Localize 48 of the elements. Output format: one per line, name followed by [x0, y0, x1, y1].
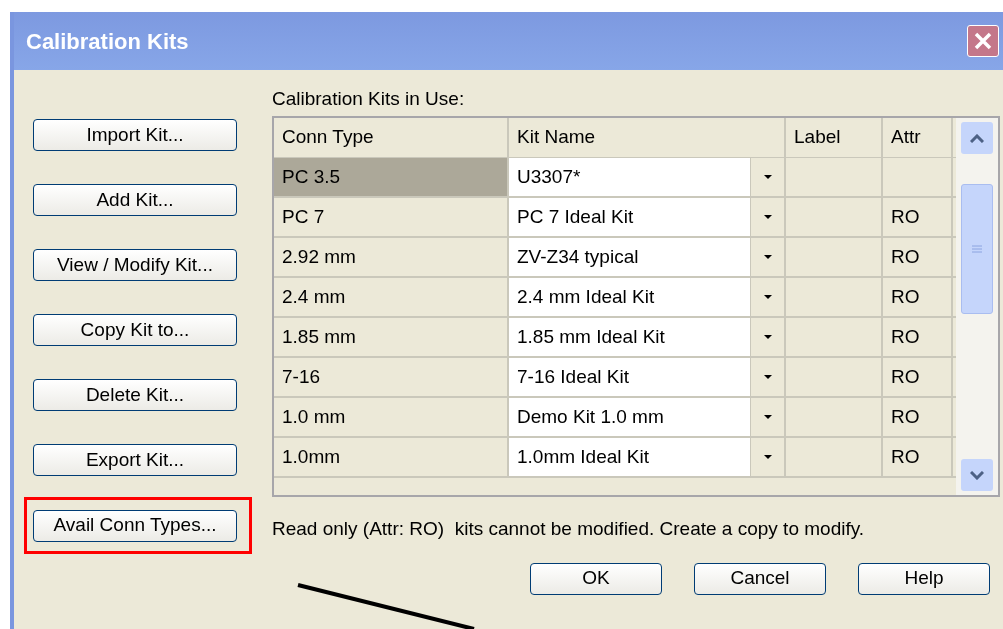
dialog-button[interactable]: Avail Conn Types...: [33, 509, 237, 542]
caret-icon: [762, 214, 773, 220]
table-cell-text: RO: [891, 404, 920, 429]
caret-icon: [762, 374, 773, 380]
table-cell-text: RO: [891, 204, 920, 229]
caret-icon: [762, 414, 773, 420]
chevron-down-icon: [970, 470, 984, 480]
caret-icon: [762, 254, 773, 260]
column-header[interactable]: Label: [786, 118, 883, 157]
dialog-button[interactable]: Cancel: [694, 562, 826, 595]
table-cell-text: RO: [891, 444, 920, 469]
close-icon: [974, 32, 992, 50]
dialog-button[interactable]: Help: [858, 562, 990, 595]
dialog-button[interactable]: Delete Kit...: [33, 379, 237, 411]
kit-dropdown[interactable]: U3307*: [509, 158, 750, 196]
caret-icon: [762, 174, 773, 180]
caret-icon: [762, 294, 773, 300]
scroll-down-button[interactable]: [961, 459, 993, 491]
table-cell-text: RO: [891, 324, 920, 349]
kit-dropdown[interactable]: 2.4 mm Ideal Kit: [509, 278, 750, 316]
dialog-button[interactable]: Copy Kit to...: [33, 314, 237, 346]
dialog-button[interactable]: View / Modify Kit...: [33, 249, 237, 281]
kit-dropdown[interactable]: 1.85 mm Ideal Kit: [509, 318, 750, 356]
kit-dropdown[interactable]: Demo Kit 1.0 mm: [509, 398, 750, 436]
chevron-up-icon: [970, 133, 984, 143]
kit-dropdown[interactable]: PC 7 Ideal Kit: [509, 198, 750, 236]
caret-icon: [762, 454, 773, 460]
dialog-button[interactable]: Add Kit...: [33, 184, 237, 216]
dialog-button[interactable]: OK: [530, 562, 662, 595]
column-header[interactable]: Attr: [883, 118, 953, 157]
scrollbar[interactable]: [956, 118, 998, 495]
kit-dropdown[interactable]: 7-16 Ideal Kit: [509, 358, 750, 396]
caret-icon: [762, 334, 773, 340]
table-cell-text: RO: [891, 364, 920, 389]
read-only-note: Read only (Attr: RO) kits cannot be modified. Create a copy to modify.: [272, 517, 866, 541]
grip-icon: [972, 245, 982, 253]
scroll-thumb[interactable]: [961, 184, 993, 314]
window-title: Calibration Kits: [26, 27, 189, 56]
kit-dropdown[interactable]: ZV-Z34 typical: [509, 238, 750, 276]
dialog-button[interactable]: Import Kit...: [33, 119, 237, 151]
table-cell-text: RO: [891, 284, 920, 309]
dialog-button[interactable]: Export Kit...: [33, 444, 237, 476]
table-caption: Calibration Kits in Use:: [272, 87, 466, 111]
table-cell[interactable]: PC 3.5: [274, 158, 509, 196]
kit-dropdown[interactable]: 1.0mm Ideal Kit: [509, 438, 750, 476]
scroll-up-button[interactable]: [961, 122, 993, 154]
close-button[interactable]: [967, 25, 999, 57]
table-cell-text: RO: [891, 244, 920, 269]
